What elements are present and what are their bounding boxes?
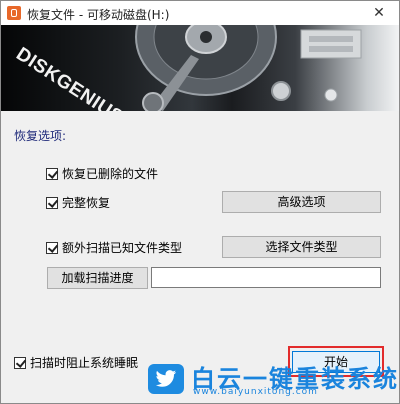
select-file-types-button[interactable]: 选择文件类型 [222,236,381,258]
diskgenius-app-icon [7,6,21,20]
twitter-bird-icon [148,364,184,394]
advanced-options-button[interactable]: 高级选项 [222,191,381,213]
complete-recovery-checkbox[interactable]: 完整恢复 [46,194,110,211]
extra-scan-label: 额外扫描已知文件类型 [62,241,183,255]
watermark-url: www.baiyunxitong.com [193,387,318,397]
hard-disk-illustration: DISKGENIUS [12,25,362,111]
close-button[interactable]: ✕ [359,1,399,25]
checkbox-checked-icon[interactable] [14,356,26,369]
recovery-options-heading: 恢复选项: [14,129,67,143]
recover-files-dialog: 恢复文件 - 可移动磁盘(H:) ✕ DISKGENIUS 恢复选项: 恢复已删… [0,0,400,404]
window-title: 恢复文件 - 可移动磁盘(H:) [27,8,170,22]
load-scan-progress-button[interactable]: 加载扫描进度 [47,267,148,289]
prevent-sleep-label: 扫描时阻止系统睡眠 [30,356,139,370]
checkbox-checked-icon[interactable] [46,196,58,209]
extra-scan-checkbox[interactable]: 额外扫描已知文件类型 [46,239,182,256]
recover-deleted-checkbox[interactable]: 恢复已删除的文件 [46,165,158,182]
checkbox-checked-icon[interactable] [46,241,58,254]
banner-brand-text: DISKGENIUS [12,44,127,111]
checkbox-checked-icon[interactable] [46,167,58,180]
prevent-sleep-checkbox[interactable]: 扫描时阻止系统睡眠 [14,354,138,371]
title-bar: 恢复文件 - 可移动磁盘(H:) ✕ [1,1,399,25]
diskgenius-banner: DISKGENIUS [1,25,399,111]
scan-progress-path-field[interactable] [151,267,381,288]
complete-recovery-label: 完整恢复 [62,196,111,210]
recover-deleted-label: 恢复已删除的文件 [62,167,159,181]
